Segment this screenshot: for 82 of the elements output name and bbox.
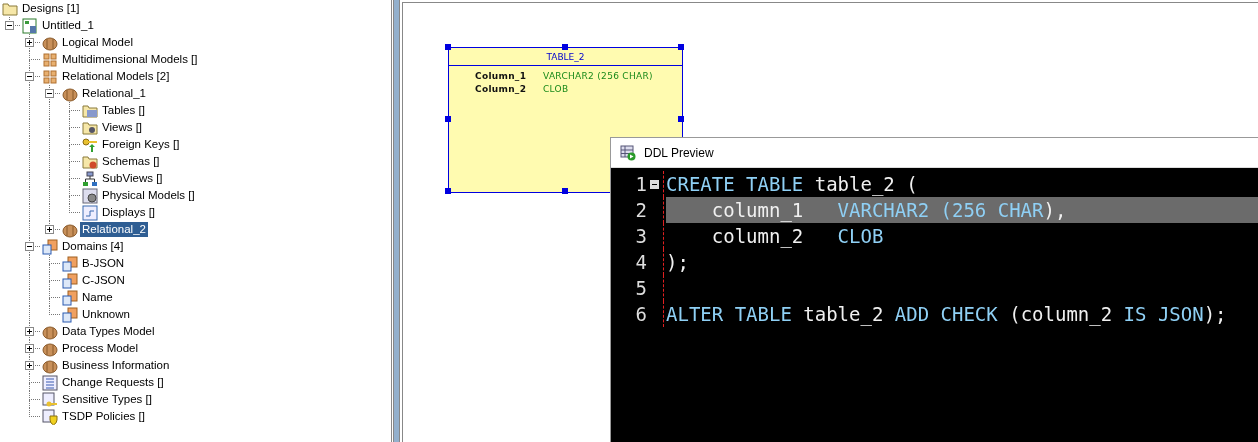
cube-icon: [42, 340, 58, 357]
tree-item[interactable]: Change Requests []: [60, 375, 166, 390]
code-line: column_2 CLOB: [710, 224, 884, 248]
cube-icon: [62, 85, 78, 102]
tree-item[interactable]: Schemas []: [100, 154, 162, 169]
domain-icon: [62, 255, 78, 272]
table-run-icon: [620, 144, 636, 161]
expand-toggle[interactable]: [4, 21, 14, 30]
user-folder-icon: [82, 153, 98, 170]
tree-item[interactable]: Unknown: [80, 307, 132, 322]
expand-toggle[interactable]: [24, 361, 34, 370]
line-number: 1: [634, 173, 647, 195]
expand-toggle[interactable]: [44, 89, 54, 98]
resize-handle[interactable]: [678, 44, 684, 50]
cube-icon: [42, 323, 58, 340]
resize-handle[interactable]: [445, 188, 451, 194]
line-number: 3: [634, 225, 647, 247]
resize-handle[interactable]: [678, 116, 684, 122]
list-icon: [42, 374, 58, 391]
cube-icon: [42, 34, 58, 51]
key-document-icon: [42, 391, 58, 408]
view-folder-icon: [82, 119, 98, 136]
expand-toggle[interactable]: [24, 242, 34, 251]
column-type: VARCHAR2 (256 CHAR): [543, 70, 653, 83]
code-line: column_1 VARCHAR2 (256 CHAR),: [710, 198, 1067, 222]
grid-icon: [42, 51, 58, 68]
key-icon: [82, 136, 98, 153]
tree-item[interactable]: Logical Model: [60, 35, 135, 50]
tree-item[interactable]: Physical Models []: [100, 188, 197, 203]
tree-item[interactable]: Multidimensional Models []: [60, 52, 200, 67]
resize-handle[interactable]: [445, 44, 451, 50]
line-number: 6: [634, 303, 647, 325]
display-icon: [82, 204, 98, 221]
tree-item[interactable]: Untitled_1: [40, 18, 96, 33]
tree-item[interactable]: Process Model: [60, 341, 141, 356]
domain-icon: [42, 238, 58, 255]
cube-icon: [62, 221, 78, 238]
line-number: 5: [634, 277, 647, 299]
fold-toggle[interactable]: [649, 179, 659, 189]
expand-toggle[interactable]: [44, 225, 54, 234]
tree-item[interactable]: Business Information: [60, 358, 172, 373]
table-folder-icon: [82, 102, 98, 119]
tree-item[interactable]: Displays []: [100, 205, 158, 220]
cube-icon: [42, 357, 58, 374]
line-number: 2: [634, 199, 647, 221]
tree-item[interactable]: TSDP Policies []: [60, 409, 147, 424]
code-line: );: [666, 250, 689, 274]
grid-icon: [42, 68, 58, 85]
folder-icon: [2, 0, 18, 17]
column-name: Column_2: [475, 83, 528, 96]
expand-toggle[interactable]: [24, 72, 34, 81]
tree-item[interactable]: Relational_1: [80, 86, 148, 101]
tree-item[interactable]: Relational Models [2]: [60, 69, 172, 84]
tree-item[interactable]: C-JSON: [80, 273, 127, 288]
gear-grid-icon: [82, 187, 98, 204]
column-name: Column_1: [475, 70, 528, 83]
network-icon: [82, 170, 98, 187]
expand-toggle[interactable]: [24, 327, 34, 336]
tree-item[interactable]: Designs [1]: [20, 1, 82, 16]
tree-item[interactable]: Sensitive Types []: [60, 392, 154, 407]
domain-icon: [62, 272, 78, 289]
shield-document-icon: [42, 408, 58, 425]
domain-icon: [62, 289, 78, 306]
expand-toggle[interactable]: [24, 38, 34, 47]
resize-handle[interactable]: [561, 188, 568, 194]
tree-item[interactable]: Domains [4]: [60, 239, 126, 254]
tree-item[interactable]: SubViews []: [100, 171, 165, 186]
tree-item[interactable]: Tables []: [100, 103, 147, 118]
tree-item[interactable]: Foreign Keys []: [100, 137, 182, 152]
domain-icon: [62, 306, 78, 323]
tree-item[interactable]: Name: [80, 290, 115, 305]
resize-handle[interactable]: [445, 116, 451, 122]
tree-item[interactable]: Views []: [100, 120, 145, 135]
code-line: ALTER TABLE table_2 ADD CHECK (column_2 IS JSON);: [666, 302, 1227, 326]
column-type: CLOB: [543, 83, 569, 96]
tree-item[interactable]: Data Types Model: [60, 324, 157, 339]
line-number: 4: [634, 251, 647, 273]
tree-item[interactable]: Relational_2: [80, 222, 148, 237]
resize-handle[interactable]: [561, 44, 568, 50]
tree-item[interactable]: B-JSON: [80, 256, 127, 271]
diagram-icon: [22, 17, 38, 34]
expand-toggle[interactable]: [24, 344, 34, 353]
